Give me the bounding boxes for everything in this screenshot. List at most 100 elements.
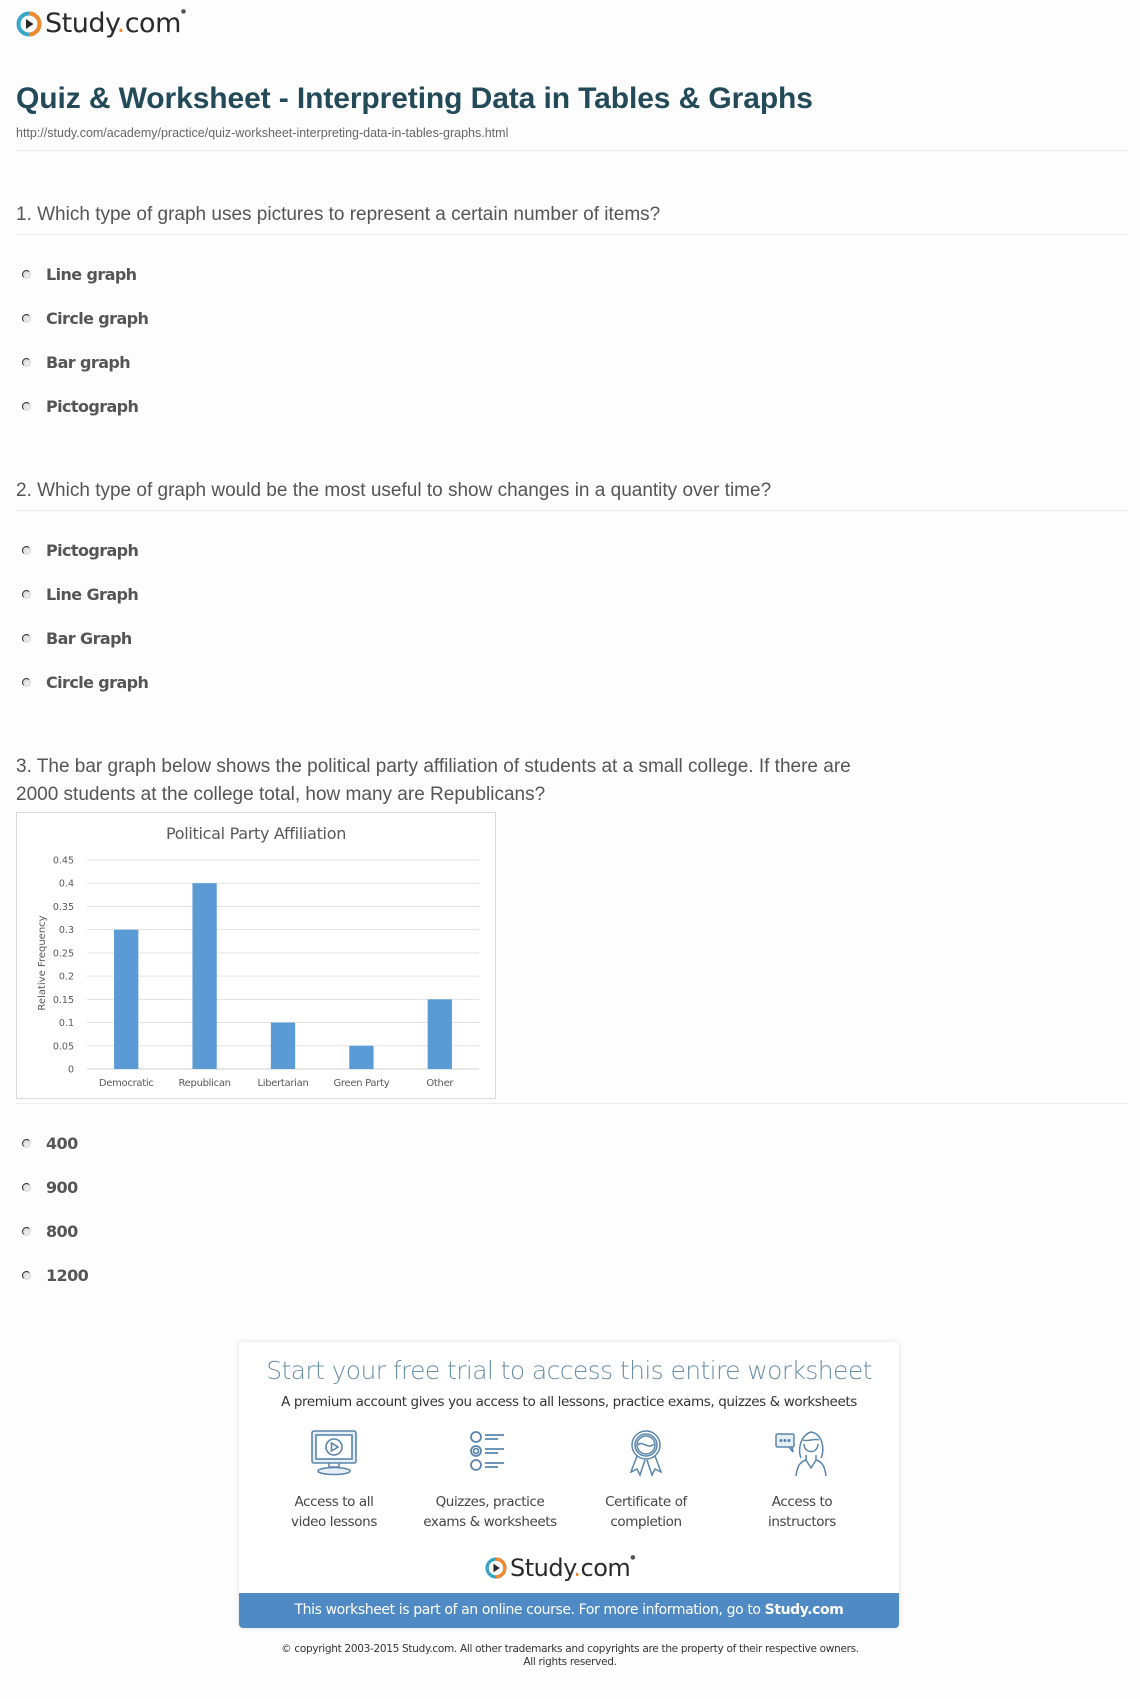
option-label: Line graph: [46, 265, 137, 284]
logo-text-tld: com: [580, 1554, 631, 1582]
question-1-option-1[interactable]: Line graph: [22, 265, 137, 284]
chart-y-ticks: 0 0.05 0.1 0.15 0.2 0.25 0.3 0.35 0.4 0.45: [53, 856, 74, 1076]
question-3-text: 3. The bar graph below shows the politic…: [16, 753, 916, 809]
question-1-option-3[interactable]: Bar graph: [22, 353, 131, 372]
option-label: Pictograph: [46, 397, 139, 416]
banner-study-link[interactable]: Study.com: [765, 1602, 844, 1618]
logo-text-tld: com: [124, 8, 182, 39]
chart-y-tick-label: 0.15: [53, 995, 74, 1006]
quiz-list-icon: [470, 1431, 504, 1471]
chart-y-axis-label: Relative Frequency: [37, 915, 48, 1010]
chart-x-tick-label: Other: [426, 1078, 454, 1089]
chart-bar-republican: [192, 883, 217, 1069]
feature-label-line-2: instructors: [768, 1514, 836, 1530]
chart-x-tick-label: Libertarian: [257, 1078, 308, 1089]
promo-title[interactable]: Start your free trial to access this ent…: [239, 1356, 899, 1385]
question-2-divider: [16, 510, 1128, 511]
header-divider: [16, 150, 1128, 151]
chart-y-tick-label: 0.45: [53, 856, 74, 867]
chart-y-tick-label: 0.3: [59, 925, 74, 936]
question-3-option-2[interactable]: 900: [22, 1178, 78, 1197]
radio-button[interactable]: [22, 634, 31, 643]
copyright-line-1: © copyright 2003-2015 Study.com. All oth…: [281, 1643, 859, 1655]
radio-button[interactable]: [22, 1271, 31, 1280]
play-logo-icon: [16, 11, 42, 36]
option-label: Bar graph: [46, 353, 131, 372]
question-3-line-1: 3. The bar graph below shows the politic…: [16, 756, 851, 777]
option-label: Pictograph: [46, 541, 139, 560]
radio-button[interactable]: [22, 1227, 31, 1236]
bar-chart-svg: Political Party Affiliation Relative Fre…: [37, 824, 479, 1089]
radio-button[interactable]: [22, 678, 31, 687]
option-label: 1200: [46, 1266, 89, 1285]
radio-button[interactable]: [22, 270, 31, 279]
question-3-option-1[interactable]: 400: [22, 1134, 78, 1153]
logo-text-main: Study: [510, 1554, 574, 1582]
chart-y-tick-label: 0.05: [53, 1041, 74, 1052]
radio-button[interactable]: [22, 546, 31, 555]
feature-label-line-1: Access to all: [294, 1494, 374, 1510]
option-label: Line Graph: [46, 585, 139, 604]
bar-chart: Political Party Affiliation Relative Fre…: [16, 812, 496, 1099]
radio-button[interactable]: [22, 314, 31, 323]
radio-button[interactable]: [22, 358, 31, 367]
feature-label-line-1: Certificate of: [605, 1494, 687, 1510]
study-logo[interactable]: Study.com●: [16, 8, 186, 39]
question-2-option-2[interactable]: Line Graph: [22, 585, 139, 604]
promo-study-logo[interactable]: Study.com●: [485, 1554, 636, 1582]
option-label: 400: [46, 1134, 78, 1153]
logo-text-dot: .: [573, 1554, 581, 1582]
chart-x-tick-label: Republican: [178, 1078, 230, 1089]
page-title: Quiz & Worksheet - Interpreting Data in …: [16, 82, 813, 115]
radio-button[interactable]: [22, 590, 31, 599]
video-monitor-icon: [311, 1430, 357, 1476]
question-2-option-1[interactable]: Pictograph: [22, 541, 139, 560]
instructor-chat-icon: [775, 1431, 827, 1477]
chart-y-tick-label: 0: [68, 1065, 74, 1076]
feature-label-line-2: exams & worksheets: [423, 1514, 557, 1530]
question-2-option-3[interactable]: Bar Graph: [22, 629, 132, 648]
logo-text-main: Study: [45, 8, 117, 39]
copyright-footer: © copyright 2003-2015 Study.com. All oth…: [0, 1643, 1140, 1669]
option-label: Bar Graph: [46, 629, 132, 648]
radio-button[interactable]: [22, 1183, 31, 1192]
feature-label-line-2: completion: [610, 1514, 682, 1530]
question-2-option-4[interactable]: Circle graph: [22, 673, 149, 692]
feature-video-lessons: Access to all video lessons: [259, 1428, 409, 1532]
free-trial-promo: Start your free trial to access this ent…: [239, 1342, 899, 1628]
question-3-divider: [16, 1103, 1128, 1104]
feature-label-line-1: Access to: [771, 1494, 833, 1510]
question-1-divider: [16, 234, 1128, 235]
chart-bar-libertarian: [270, 1022, 296, 1069]
radio-button[interactable]: [22, 402, 31, 411]
page-url[interactable]: http://study.com/academy/practice/quiz-w…: [16, 126, 508, 140]
question-3-line-2: 2000 students at the college total, how …: [16, 784, 546, 805]
trademark-mark: ●: [630, 1554, 636, 1561]
radio-button[interactable]: [22, 1139, 31, 1148]
feature-quizzes: Quizzes, practice exams & worksheets: [415, 1428, 565, 1532]
chart-x-ticks: Democratic Republican Libertarian Green Par…: [99, 1078, 455, 1089]
question-1-option-2[interactable]: Circle graph: [22, 309, 149, 328]
option-label: 800: [46, 1222, 78, 1241]
feature-label-line-1: Quizzes, practice: [435, 1494, 545, 1510]
chart-y-tick-label: 0.1: [59, 1018, 74, 1029]
feature-label-line-2: video lessons: [291, 1514, 377, 1530]
question-3-option-3[interactable]: 800: [22, 1222, 78, 1241]
play-logo-icon: [485, 1557, 507, 1579]
banner-text: This worksheet is part of an online cour…: [294, 1602, 765, 1618]
course-info-banner: This worksheet is part of an online cour…: [239, 1593, 899, 1628]
feature-certificate: Certificate of completion: [571, 1428, 721, 1532]
logo-text-dot: .: [116, 8, 126, 39]
chart-bar-democratic: [114, 929, 139, 1069]
chart-y-tick-label: 0.35: [53, 902, 74, 913]
option-label: 900: [46, 1178, 78, 1197]
chart-y-tick-label: 0.4: [59, 879, 74, 890]
chart-y-tick-label: 0.25: [53, 948, 74, 959]
question-3-option-4[interactable]: 1200: [22, 1266, 89, 1285]
question-2-text: 2. Which type of graph would be the most…: [16, 480, 772, 501]
option-label: Circle graph: [46, 309, 149, 328]
promo-subtitle: A premium account gives you access to al…: [281, 1394, 857, 1410]
copyright-line-2: All rights reserved.: [523, 1656, 617, 1668]
trademark-mark: ●: [180, 8, 186, 15]
question-1-option-4[interactable]: Pictograph: [22, 397, 139, 416]
